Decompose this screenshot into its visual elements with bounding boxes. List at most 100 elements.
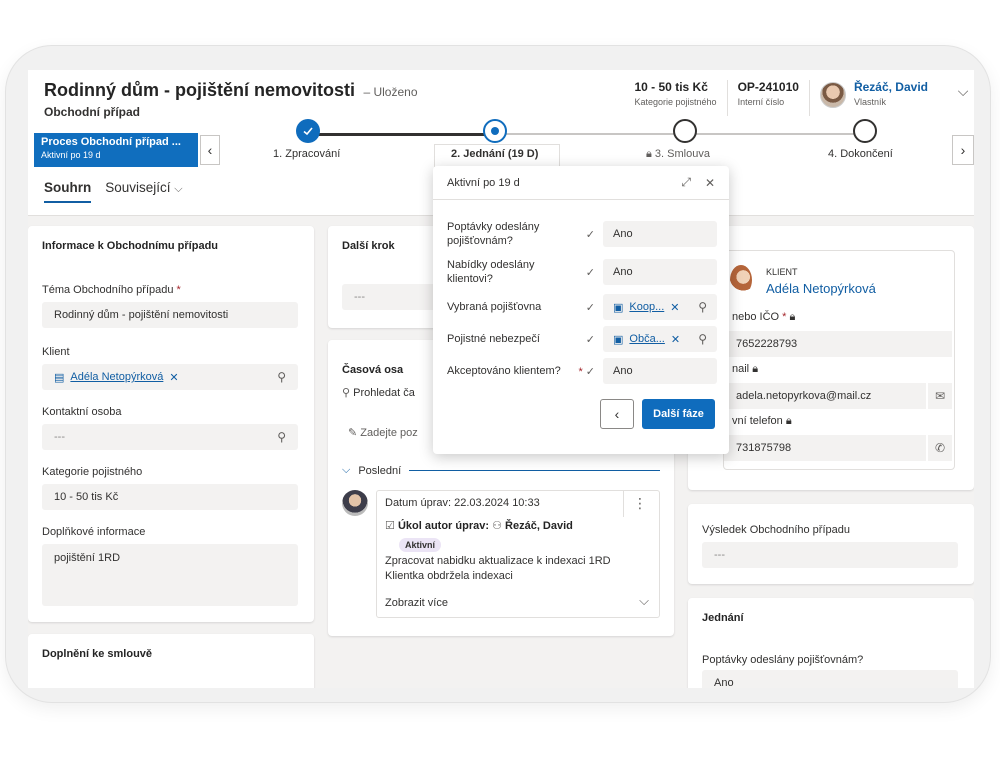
stage-2-active-icon[interactable]	[483, 119, 507, 143]
flyout-row: Vybraná pojišťovna ✓ ▣ Koop... ✕ ⚲	[447, 294, 717, 320]
search-icon[interactable]: ⚲	[277, 370, 286, 384]
bpf-prev-button[interactable]: ‹	[200, 135, 220, 165]
header-field-category: 10 - 50 tis Kč Kategorie pojistného	[625, 80, 728, 116]
flyout-field[interactable]: Ano	[603, 358, 717, 384]
close-icon[interactable]: ✕	[169, 371, 178, 384]
owner-link[interactable]: Řezáč, David	[854, 80, 928, 94]
extra-info-label: Doplňkové informace	[42, 526, 146, 538]
avatar	[730, 265, 752, 295]
rc-field[interactable]: 7652228793	[724, 331, 952, 357]
timeline-search[interactable]: ⚲ Prohledat ča	[342, 386, 415, 399]
next-stage-button[interactable]: Další fáze	[642, 399, 715, 429]
post-task: ☑ Úkol autor úprav: ⚇ Řezáč, David	[385, 520, 573, 532]
search-icon[interactable]: ⚲	[277, 430, 286, 444]
chevron-down-icon[interactable]: ⌵	[639, 593, 649, 609]
next-step-title: Další krok	[342, 240, 395, 252]
chevron-down-icon: ⌵	[342, 464, 351, 476]
client-link[interactable]: Adéla Netopýrková	[70, 371, 163, 383]
avatar	[342, 490, 368, 516]
stage-4-icon[interactable]	[853, 119, 877, 143]
entity-name: Obchodní případ	[44, 105, 140, 119]
jednani-question-field[interactable]: Ano	[702, 670, 958, 688]
check-icon: ✓	[585, 228, 595, 241]
stage-1-done-icon[interactable]	[296, 119, 320, 143]
stage-3-icon[interactable]	[673, 119, 697, 143]
form-tabs: Souhrn Související ⌵	[44, 180, 197, 203]
flyout-row: Poptávky odeslány pojišťovnám? ✓ Ano	[447, 220, 717, 248]
recent-group[interactable]: ⌵ Poslední	[342, 464, 660, 477]
category-field[interactable]: 10 - 50 tis Kč	[42, 484, 298, 510]
expand-icon[interactable]: ⤢	[681, 175, 691, 190]
phone-field[interactable]: 731875798	[724, 435, 926, 461]
stage-1-label[interactable]: 1. Zpracování	[273, 148, 340, 160]
contact-lookup-field[interactable]: --- ⚲	[42, 424, 298, 450]
app-screen: Rodinný dům - pojištění nemovitosti – Ul…	[28, 70, 974, 688]
flyout-row: Akceptováno klientem? * ✓ Ano	[447, 358, 717, 384]
chevron-left-icon: ‹	[207, 142, 213, 158]
lock-icon: 🔒︎	[752, 363, 759, 375]
result-field[interactable]: ---	[702, 542, 958, 568]
client-contact-card: KLIENT Adéla Netopýrková nebo IČO * 🔒︎ 7…	[723, 250, 955, 470]
task-icon: ☑	[385, 520, 395, 532]
avatar	[819, 82, 846, 108]
contract-card-title: Doplnění ke smlouvě	[42, 648, 153, 660]
result-label: Výsledek Obchodního případu	[702, 524, 850, 536]
record-icon: ▣	[613, 301, 624, 314]
search-icon[interactable]: ⚲	[698, 300, 707, 314]
topic-field[interactable]: Rodinný dům - pojištění nemovitosti	[42, 302, 298, 328]
risk-lookup[interactable]: ▣ Obča... ✕ ⚲	[603, 326, 717, 352]
info-card-title: Informace k Obchodnímu případu	[42, 240, 219, 252]
extra-info-field[interactable]: pojištění 1RD	[42, 544, 298, 606]
stage-flyout: Aktivní po 19 d ⤢ ✕ Poptávky odeslány po…	[433, 166, 729, 454]
insurer-lookup[interactable]: ▣ Koop... ✕ ⚲	[603, 294, 717, 320]
previous-stage-button[interactable]: ‹	[600, 399, 634, 429]
check-icon: * ✓	[578, 365, 595, 378]
chevron-down-icon: ⌵	[174, 183, 183, 195]
divider	[409, 470, 660, 471]
jednani-card: Jednání Poptávky odeslány pojišťovnám? A…	[688, 598, 974, 688]
phone-icon[interactable]: ✆	[928, 435, 952, 461]
status-badge: Aktivní	[399, 538, 442, 552]
client-label: Klient	[42, 346, 70, 358]
tab-souhrn[interactable]: Souhrn	[44, 180, 92, 203]
client-name-link[interactable]: Adéla Netopýrková	[766, 281, 876, 296]
rc-label: nebo IČO * 🔒︎	[732, 311, 796, 323]
topic-label: Téma Obchodního případu *	[42, 284, 181, 296]
show-more-link[interactable]: Zobrazit více	[385, 597, 448, 609]
tab-souvisejici[interactable]: Související ⌵	[105, 180, 182, 203]
client-lookup-field[interactable]: ▤ Adéla Netopýrková ✕ ⚲	[42, 364, 298, 390]
close-icon[interactable]: ✕	[705, 176, 715, 190]
contract-card: Doplnění ke smlouvě	[28, 634, 314, 688]
process-title-button[interactable]: Proces Obchodní případ ... Aktivní po 19…	[34, 133, 198, 167]
info-card: Informace k Obchodnímu případu Téma Obch…	[28, 226, 314, 622]
chevron-down-icon[interactable]: ⌵	[952, 80, 974, 102]
flyout-row: Pojistné nebezpečí ✓ ▣ Obča... ✕ ⚲	[447, 326, 717, 352]
stage-connector	[308, 133, 494, 136]
search-icon[interactable]: ⚲	[698, 332, 707, 346]
check-icon: ✓	[585, 301, 595, 314]
more-options-icon[interactable]: ⋮	[633, 495, 647, 512]
stage-2-label[interactable]: 2. Jednání (19 D)	[451, 148, 538, 160]
close-icon[interactable]: ✕	[671, 333, 680, 346]
jednani-question-label: Poptávky odeslány pojišťovnám?	[702, 654, 864, 666]
note-input[interactable]: ✎ Zadejte poz	[348, 426, 418, 439]
chevron-left-icon: ‹	[614, 406, 620, 422]
close-icon[interactable]: ✕	[670, 301, 679, 314]
flyout-header: Aktivní po 19 d ⤢ ✕	[433, 166, 729, 200]
bpf-next-button[interactable]: ›	[952, 135, 974, 165]
person-icon: ⚇	[492, 520, 502, 532]
flyout-field[interactable]: Ano	[603, 221, 717, 247]
stage-4-label[interactable]: 4. Dokončení	[828, 148, 893, 160]
mail-icon[interactable]: ✉	[928, 383, 952, 409]
header-fields: 10 - 50 tis Kč Kategorie pojistného OP-2…	[625, 80, 975, 120]
header-owner[interactable]: Řezáč, David Vlastník	[810, 80, 938, 108]
record-icon: ▣	[613, 333, 624, 346]
post-date: Datum úprav: 22.03.2024 10:33	[385, 497, 540, 509]
header-field-id: OP-241010 Interní číslo	[728, 80, 810, 116]
stage-3-label[interactable]: 🔒︎ 3. Smlouva	[646, 148, 710, 161]
timeline-title: Časová osa	[342, 364, 404, 376]
email-field[interactable]: adela.netopyrkova@mail.cz	[724, 383, 926, 409]
result-card: Výsledek Obchodního případu ---	[688, 504, 974, 584]
flyout-field[interactable]: Ano	[603, 259, 717, 285]
post-line-1: Zpracovat nabidku aktualizace k indexaci…	[385, 555, 611, 567]
